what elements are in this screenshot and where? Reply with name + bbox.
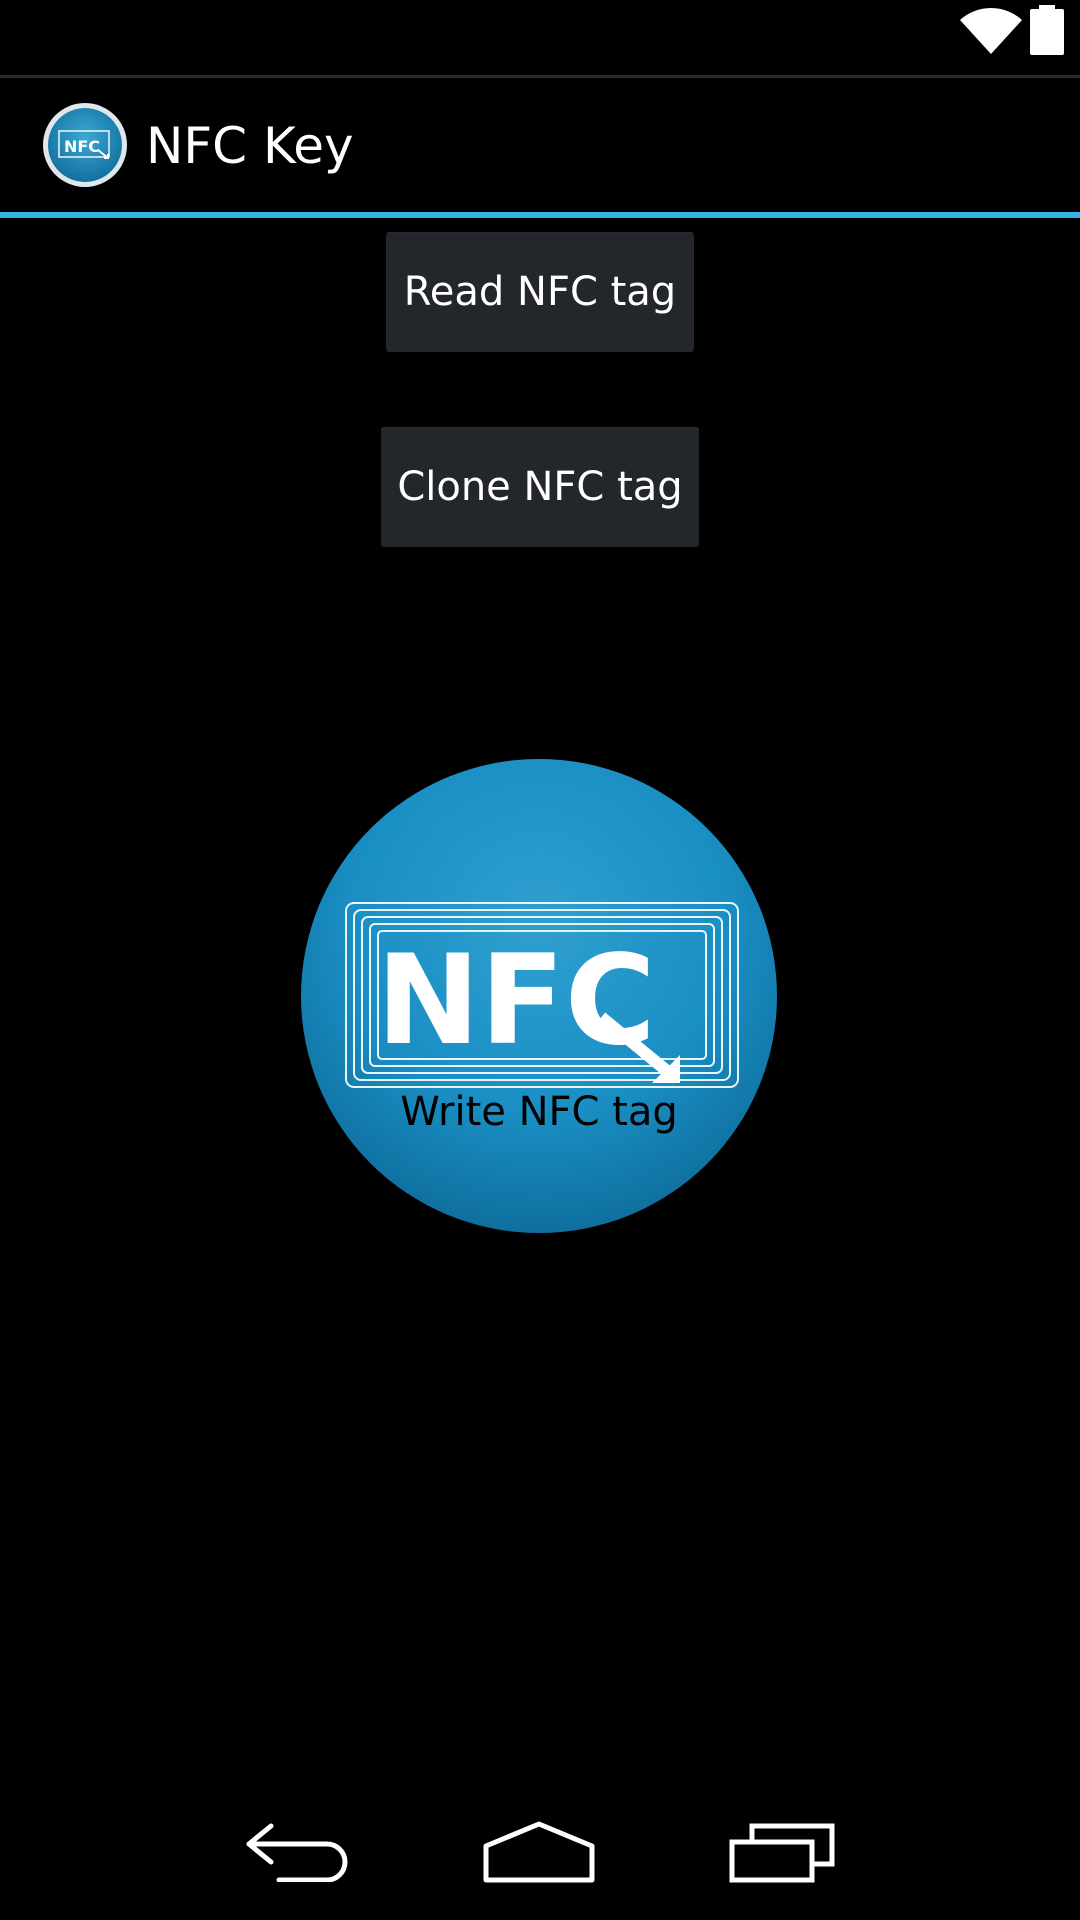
home-icon[interactable] [482,1820,596,1884]
navigation-bar [0,1776,1080,1920]
action-bar: NFC NFC Key [0,78,1080,212]
status-bar [0,0,1080,75]
nfc-logo-text: NFC [376,929,655,1073]
back-icon[interactable] [245,1822,351,1882]
write-nfc-tag-button[interactable]: NFC Write NFC tag [300,757,778,1235]
nfc-logo-icon[interactable]: NFC [42,102,128,188]
nfc-logo-image: NFC [301,759,777,1233]
recent-apps-icon[interactable] [728,1820,836,1884]
clone-nfc-tag-button[interactable]: Clone NFC tag [381,427,699,547]
read-nfc-tag-button[interactable]: Read NFC tag [386,232,694,352]
svg-text:NFC: NFC [64,137,100,156]
wifi-icon [960,7,1022,54]
write-nfc-tag-label: Write NFC tag [400,1089,678,1135]
screen: NFC NFC Key Read NFC tag Clone NFC tag N… [0,0,1080,1920]
battery-icon [1030,5,1064,55]
app-title: NFC Key [146,117,354,175]
action-bar-accent-line [0,212,1080,218]
